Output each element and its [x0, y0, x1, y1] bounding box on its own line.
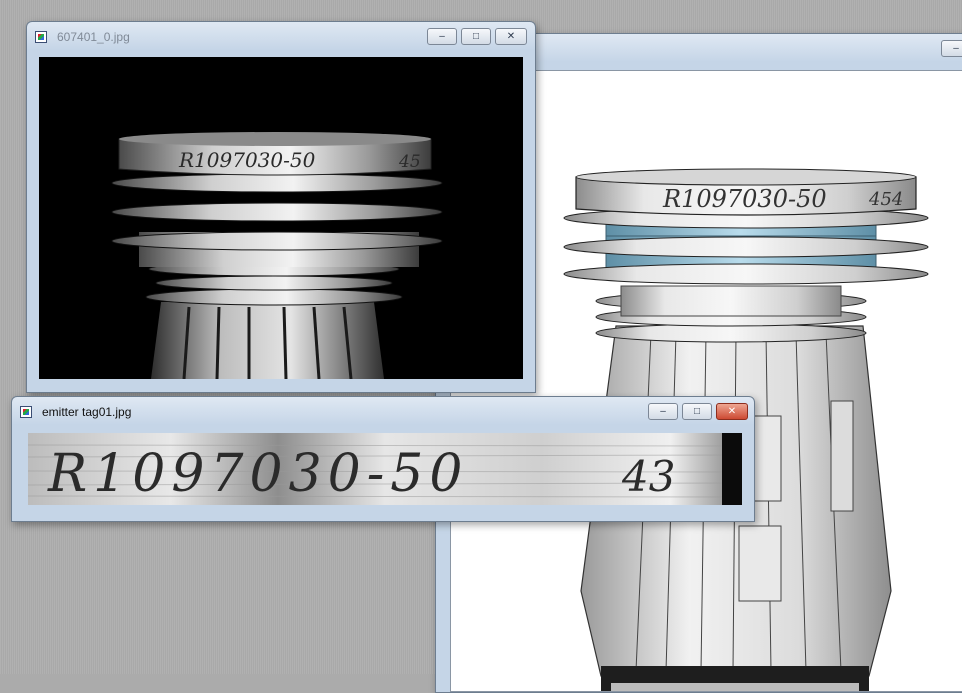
tag-maximize-button[interactable]: □ — [682, 403, 712, 420]
image-file-icon — [35, 31, 47, 43]
tag-close-button[interactable]: ✕ — [716, 403, 748, 420]
cad-engraving-text: R1097030-50 — [662, 185, 827, 213]
tag-window-titlebar[interactable]: emitter tag01.jpg – □ ✕ — [12, 397, 754, 427]
photo-engraving-number: 45 — [398, 152, 421, 172]
photo-maximize-button[interactable]: □ — [461, 28, 491, 45]
cad-engraving-number: 454 — [868, 189, 903, 210]
photo-image: R1097030-50 45 — [39, 57, 523, 379]
photo-minimize-button[interactable]: – — [427, 28, 457, 45]
tag-engraving-number: 43 — [621, 452, 675, 501]
photo-window-title: 607401_0.jpg — [57, 30, 130, 44]
emitter-photo: R1097030-50 45 — [39, 57, 523, 379]
photo-viewer-window[interactable]: 607401_0.jpg – □ ✕ R1097030-50 45 — [26, 21, 536, 393]
image-file-icon — [20, 406, 32, 418]
tag-minimize-button[interactable]: – — [648, 403, 678, 420]
photo-window-titlebar[interactable]: 607401_0.jpg – □ ✕ — [27, 22, 535, 52]
emitter-tag-closeup: R1097030-50 43 — [28, 433, 742, 505]
tag-image: R1097030-50 43 — [28, 433, 742, 505]
tag-engraving-text: R1097030-50 — [47, 444, 468, 504]
tag-window-title: emitter tag01.jpg — [42, 405, 132, 419]
photo-engraving-text: R1097030-50 — [178, 148, 316, 172]
tag-viewer-window[interactable]: emitter tag01.jpg – □ ✕ R1097030-50 43 — [11, 396, 755, 522]
photo-close-button[interactable]: ✕ — [495, 28, 527, 45]
cad-minimize-button[interactable]: – — [941, 40, 962, 57]
